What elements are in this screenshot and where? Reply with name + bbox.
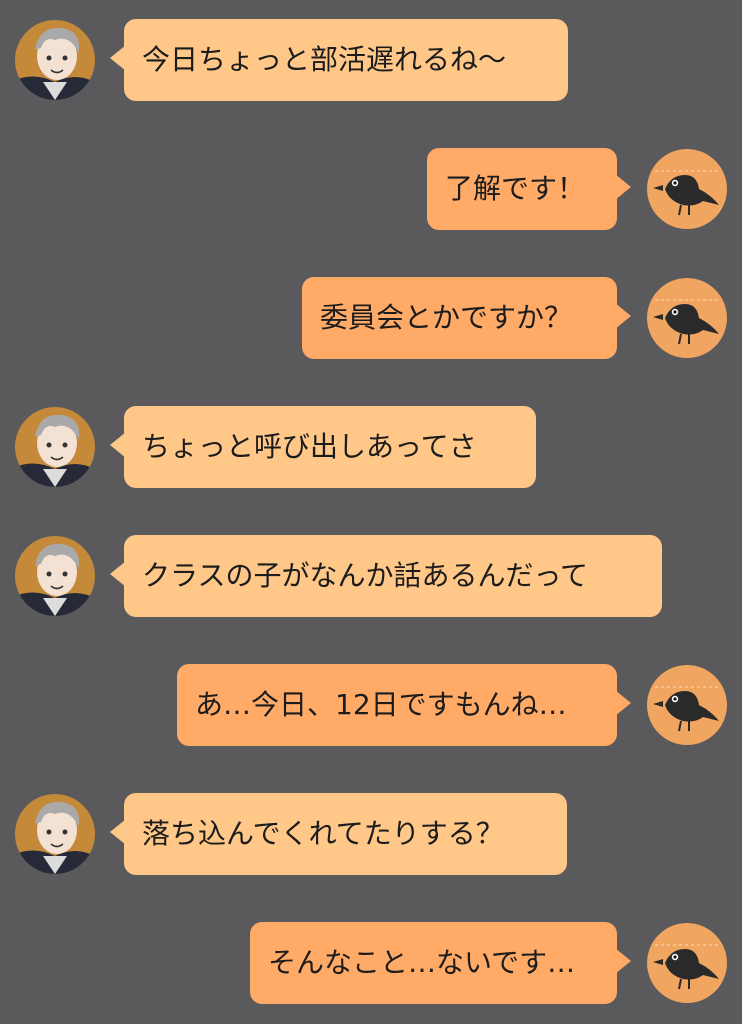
- chat-message-left: ちょっと呼び出しあってさ: [0, 406, 742, 488]
- chat-bubble[interactable]: 委員会とかですか？: [302, 277, 631, 359]
- senpai-avatar-icon[interactable]: [15, 407, 95, 487]
- chat-screen: { "chat": { "messages": [ {"side": "left…: [0, 0, 742, 1024]
- senpai-avatar-icon[interactable]: [15, 536, 95, 616]
- chat-bubble[interactable]: 今日ちょっと部活遅れるね〜: [110, 19, 568, 101]
- chat-bubble[interactable]: 了解です！: [427, 148, 631, 230]
- message-text: 今日ちょっと部活遅れるね〜: [142, 43, 507, 76]
- senpai-avatar-icon[interactable]: [15, 794, 95, 874]
- bubble-tail: [615, 690, 631, 716]
- chat-message-left: クラスの子がなんか話あるんだって: [0, 535, 742, 617]
- chat-message-right: 委員会とかですか？: [0, 277, 742, 359]
- message-text: クラスの子がなんか話あるんだって: [142, 559, 589, 592]
- message-text: 落ち込んでくれてたりする？: [142, 817, 504, 850]
- chat-message-right: あ…今日、12日ですもんね…: [0, 664, 742, 746]
- bubble-tail: [615, 303, 631, 329]
- message-text: 委員会とかですか？: [320, 301, 573, 334]
- message-text: 了解です！: [445, 172, 586, 205]
- chat-message-left: 落ち込んでくれてたりする？: [0, 793, 742, 875]
- chat-bubble[interactable]: クラスの子がなんか話あるんだって: [110, 535, 662, 617]
- senpai-avatar-icon[interactable]: [15, 20, 95, 100]
- bubble-tail: [110, 432, 126, 458]
- bubble-tail: [110, 819, 126, 845]
- bubble-tail: [615, 948, 631, 974]
- crow-avatar-icon[interactable]: [647, 278, 727, 358]
- chat-message-right: 了解です！: [0, 148, 742, 230]
- crow-avatar-icon[interactable]: [647, 665, 727, 745]
- chat-bubble[interactable]: そんなこと…ないです…: [250, 922, 631, 1004]
- bubble-tail: [110, 45, 126, 71]
- message-text: ちょっと呼び出しあってさ: [142, 430, 477, 463]
- chat-bubble[interactable]: 落ち込んでくれてたりする？: [110, 793, 567, 875]
- bubble-tail: [615, 174, 631, 200]
- chat-bubble[interactable]: ちょっと呼び出しあってさ: [110, 406, 536, 488]
- chat-message-right: そんなこと…ないです…: [0, 922, 742, 1004]
- chat-bubble[interactable]: あ…今日、12日ですもんね…: [177, 664, 631, 746]
- crow-avatar-icon[interactable]: [647, 923, 727, 1003]
- bubble-tail: [110, 561, 126, 587]
- message-text: そんなこと…ないです…: [268, 946, 576, 979]
- crow-avatar-icon[interactable]: [647, 149, 727, 229]
- message-text: あ…今日、12日ですもんね…: [195, 688, 567, 721]
- chat-message-left: 今日ちょっと部活遅れるね〜: [0, 19, 742, 101]
